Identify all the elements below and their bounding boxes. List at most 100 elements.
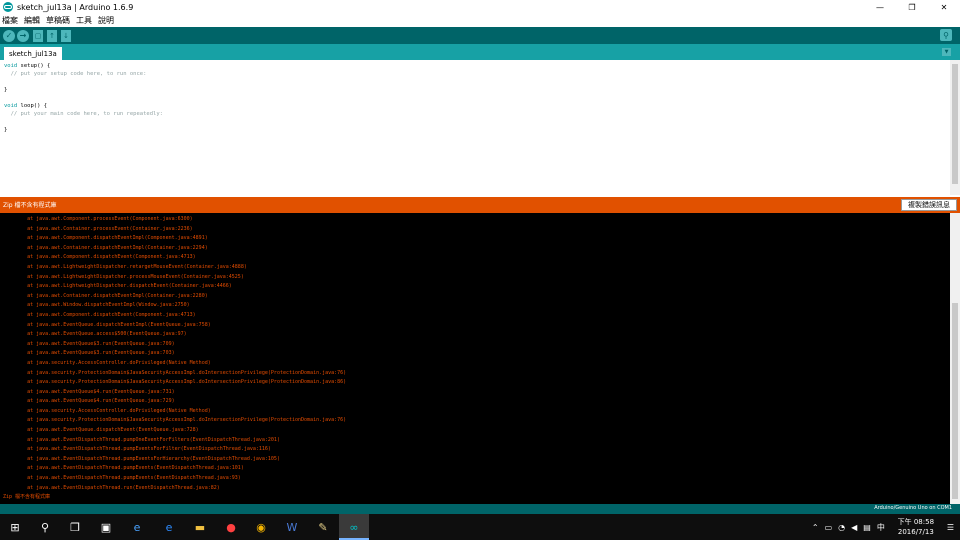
editor-scrollbar-thumb[interactable] bbox=[952, 64, 958, 184]
console-line: at java.awt.EventDispatchThread.pumpEven… bbox=[3, 475, 241, 482]
console-line: at java.awt.LightweightDispatcher.dispat… bbox=[3, 283, 232, 290]
tab-menu-button[interactable]: ▼ bbox=[942, 48, 951, 56]
media-player-icon[interactable]: ● bbox=[223, 519, 239, 535]
code-line: void loop() { bbox=[4, 102, 950, 110]
new-sketch-button[interactable]: ▢ bbox=[33, 29, 43, 42]
console-line: at java.awt.Component.dispatchEventImpl(… bbox=[3, 235, 208, 242]
editor-scrollbar[interactable] bbox=[950, 60, 960, 195]
console-line: at java.security.ProtectionDomain$JavaSe… bbox=[3, 417, 347, 424]
code-line: } bbox=[4, 87, 8, 93]
board-label: Arduino/Genuino Uno on COM1 bbox=[874, 505, 952, 511]
code-text: setup() { bbox=[17, 63, 51, 69]
start-icon[interactable]: ⊞ bbox=[7, 519, 23, 535]
edge-icon[interactable]: e bbox=[161, 519, 177, 535]
console-line: at java.awt.EventDispatchThread.pumpEven… bbox=[3, 465, 244, 472]
console-line: Zip 檔不含有程式庫 bbox=[3, 494, 51, 501]
console-line: at java.awt.EventQueue.access$500(EventQ… bbox=[3, 331, 187, 338]
console-line: at java.security.ProtectionDomain$JavaSe… bbox=[3, 379, 347, 386]
status-message: Zip 檔不含有程式庫 bbox=[3, 202, 57, 209]
tab-sketch[interactable]: sketch_jul13a bbox=[4, 47, 62, 60]
tab-bar: sketch_jul13a ▼ bbox=[0, 44, 960, 60]
code-keyword: void bbox=[4, 63, 18, 69]
notifications-icon[interactable]: ☰ bbox=[947, 523, 954, 532]
code-line: // put your main code here, to run repea… bbox=[4, 111, 163, 117]
word-icon[interactable]: W bbox=[284, 519, 300, 535]
search-icon[interactable]: ⚲ bbox=[37, 519, 53, 535]
code-line: void setup() { bbox=[4, 62, 950, 70]
notepad-icon[interactable]: ✎ bbox=[315, 519, 331, 535]
console-line: at java.awt.LightweightDispatcher.proces… bbox=[3, 273, 244, 280]
save-sketch-button[interactable]: ↓ bbox=[61, 29, 71, 42]
task-view-icon[interactable]: ❐ bbox=[67, 519, 83, 535]
console-output[interactable]: at java.awt.Component.processEvent(Compo… bbox=[0, 213, 950, 504]
close-button[interactable]: ✕ bbox=[928, 0, 960, 14]
console-line: at java.awt.EventQueue$3.run(EventQueue.… bbox=[3, 350, 175, 357]
code-line: // put your setup code here, to run once… bbox=[4, 71, 147, 77]
arduino-ide-window: sketch_jul13a | Arduino 1.6.9 — ❐ ✕ 檔案 編… bbox=[0, 0, 960, 540]
console-line: at java.awt.EventQueue.dispatchEvent(Eve… bbox=[3, 427, 199, 434]
open-sketch-button[interactable]: ↑ bbox=[47, 29, 57, 42]
console-scrollbar[interactable] bbox=[950, 213, 960, 504]
console-line: at java.awt.Component.processEvent(Compo… bbox=[3, 216, 193, 222]
store-icon[interactable]: ▣ bbox=[98, 519, 114, 535]
console-line: at java.security.AccessController.doPriv… bbox=[3, 359, 211, 366]
copy-error-button[interactable]: 複製錯誤訊息 bbox=[901, 199, 957, 211]
code-text: loop() { bbox=[17, 103, 48, 109]
chrome-icon[interactable]: ◉ bbox=[253, 519, 269, 535]
clock[interactable]: 下午 08:58 2016/7/13 bbox=[891, 517, 941, 537]
volume-icon[interactable]: ◀ bbox=[851, 523, 857, 532]
console-line: at java.awt.Container.dispatchEventImpl(… bbox=[3, 244, 208, 251]
arduino-logo-icon bbox=[3, 2, 13, 12]
console-line: at java.awt.Container.dispatchEventImpl(… bbox=[3, 292, 208, 299]
arduino-taskbar-icon[interactable]: ∞ bbox=[346, 519, 362, 535]
menu-tools[interactable]: 工具 bbox=[76, 15, 92, 26]
console-line: at java.awt.EventQueue$4.run(EventQueue.… bbox=[3, 388, 175, 395]
menu-edit[interactable]: 編輯 bbox=[24, 15, 40, 26]
file-explorer-icon[interactable]: ▬ bbox=[192, 519, 208, 535]
title-bar: sketch_jul13a | Arduino 1.6.9 — ❐ ✕ bbox=[0, 0, 960, 14]
console-line: at java.awt.Container.processEvent(Conta… bbox=[3, 225, 193, 232]
menu-help[interactable]: 說明 bbox=[98, 15, 114, 26]
tray-expand-icon[interactable]: ⌃ bbox=[812, 523, 819, 532]
system-tray: ⌃ ▭ ◔ ◀ ▤ 中 下午 08:58 2016/7/13 ☰ bbox=[812, 514, 960, 540]
code-editor[interactable]: void setup() { // put your setup code he… bbox=[0, 60, 950, 195]
console-line: at java.security.ProtectionDomain$JavaSe… bbox=[3, 369, 347, 376]
minimize-button[interactable]: — bbox=[864, 0, 896, 14]
console-line: at java.awt.EventQueue$4.run(EventQueue.… bbox=[3, 398, 175, 405]
console-line: at java.awt.EventDispatchThread.run(Even… bbox=[3, 484, 220, 491]
ime-indicator[interactable]: 中 bbox=[877, 522, 885, 533]
window-controls: — ❐ ✕ bbox=[864, 0, 960, 14]
status-bar: Zip 檔不含有程式庫 複製錯誤訊息 bbox=[0, 197, 960, 213]
menu-sketch[interactable]: 草稿碼 bbox=[46, 15, 70, 26]
menu-bar: 檔案 編輯 草稿碼 工具 說明 bbox=[0, 14, 960, 27]
window-title: sketch_jul13a | Arduino 1.6.9 bbox=[17, 2, 134, 12]
console-line: at java.security.AccessController.doPriv… bbox=[3, 407, 211, 414]
internet-explorer-icon[interactable]: e bbox=[129, 519, 145, 535]
code-keyword: void bbox=[4, 103, 18, 109]
console-line: at java.awt.EventDispatchThread.pumpEven… bbox=[3, 455, 280, 462]
console-line: at java.awt.Component.dispatchEvent(Comp… bbox=[3, 254, 196, 261]
action-center-icon[interactable]: ▤ bbox=[863, 523, 871, 532]
serial-monitor-button[interactable]: ⚲ bbox=[940, 29, 952, 41]
console-line: at java.awt.Component.dispatchEvent(Comp… bbox=[3, 311, 196, 318]
clock-date: 2016/7/13 bbox=[897, 528, 934, 536]
board-status-bar: Arduino/Genuino Uno on COM1 bbox=[0, 504, 960, 514]
console-line: at java.awt.EventQueue.dispatchEventImpl… bbox=[3, 321, 211, 328]
battery-icon[interactable]: ▭ bbox=[825, 523, 833, 532]
console-scrollbar-thumb[interactable] bbox=[952, 303, 958, 499]
console-line: at java.awt.EventQueue$3.run(EventQueue.… bbox=[3, 340, 175, 347]
toolbar: ✓ → ▢ ↑ ↓ ⚲ bbox=[0, 27, 960, 44]
code-line: } bbox=[4, 127, 8, 133]
network-icon[interactable]: ◔ bbox=[838, 523, 845, 532]
console-line: at java.awt.LightweightDispatcher.retarg… bbox=[3, 263, 247, 270]
menu-file[interactable]: 檔案 bbox=[2, 15, 18, 26]
taskbar: ⊞ ⚲ ❐ ▣ e e ▬ ● ◉ W ✎ ∞ ⌃ ▭ ◔ ◀ ▤ 中 下午 0… bbox=[0, 514, 960, 540]
verify-button[interactable]: ✓ bbox=[3, 29, 15, 42]
clock-time: 下午 08:58 bbox=[897, 518, 935, 526]
console-line: at java.awt.Window.dispatchEventImpl(Win… bbox=[3, 302, 190, 309]
upload-button[interactable]: → bbox=[17, 29, 29, 42]
maximize-button[interactable]: ❐ bbox=[896, 0, 928, 14]
